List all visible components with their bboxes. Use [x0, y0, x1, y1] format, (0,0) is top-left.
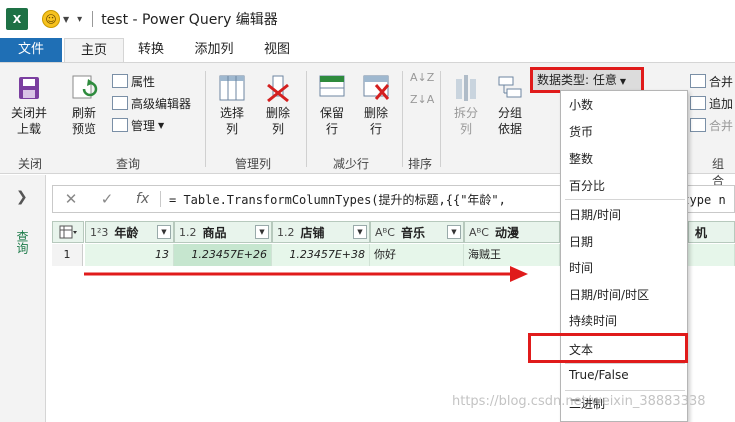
text-type-icon[interactable]: AᴮC	[375, 226, 395, 239]
close-apply-icon	[15, 73, 43, 103]
split-columns-icon	[452, 73, 480, 103]
menu-separator	[565, 363, 685, 364]
remove-rows-icon	[362, 73, 390, 103]
text-type-icon[interactable]: AᴮC	[469, 226, 489, 239]
menu-item-date[interactable]: 日期	[569, 233, 681, 250]
append-queries-button[interactable]: 追加	[690, 93, 733, 113]
data-type-menu: 小数 货币 整数 百分比 日期/时间 日期 时间 日期/时间/时区 持续时间 文…	[560, 90, 688, 422]
group-by-button[interactable]: 分组 依据	[490, 73, 530, 137]
properties-icon	[112, 74, 128, 88]
menu-item-time[interactable]: 时间	[569, 259, 681, 276]
table-cell[interactable]	[688, 244, 735, 266]
column-header-product[interactable]: 1.2 商品 ▼	[174, 221, 272, 243]
group-label-query: 查询	[116, 157, 141, 171]
tab-view[interactable]: 视图	[252, 38, 302, 62]
advanced-editor-button[interactable]: 高级编辑器	[112, 93, 191, 113]
close-apply-button[interactable]: 关闭并 上载	[6, 73, 52, 137]
group-label-manage-columns: 管理列	[235, 157, 272, 171]
whole-number-type-icon[interactable]: 1²3	[90, 226, 108, 239]
smiley-feedback-icon[interactable]: ☺	[42, 10, 60, 28]
manage-icon	[112, 118, 128, 132]
manage-button[interactable]: 管理 ▼	[112, 115, 164, 135]
menu-separator	[565, 390, 685, 391]
tab-add-column[interactable]: 添加列	[182, 38, 246, 62]
merge-queries-button[interactable]: 合并	[690, 71, 733, 91]
menu-item-decimal[interactable]: 小数	[569, 96, 681, 113]
chevron-down-icon: ▼	[158, 120, 165, 130]
combine-files-icon	[690, 118, 706, 132]
remove-columns-button[interactable]: 删除 列	[258, 73, 298, 137]
group-label-sort: 排序	[408, 157, 433, 171]
menu-item-datetime-timezone[interactable]: 日期/时间/时区	[569, 286, 681, 303]
title-separator	[92, 11, 94, 27]
keep-rows-icon	[318, 73, 346, 103]
confirm-formula-icon[interactable]: ✓	[89, 190, 125, 208]
group-label-close: 关闭	[18, 157, 43, 171]
refresh-icon	[70, 73, 98, 103]
group-label-reduce-rows: 减少行	[333, 157, 370, 171]
watermark: https://blog.csdn.net/weixin_38883338	[452, 394, 706, 409]
menu-item-whole-number[interactable]: 整数	[569, 150, 681, 167]
append-icon	[690, 96, 706, 110]
annotation-arrow	[84, 266, 528, 282]
title-bar: X ☺ ▼ ▾ test - Power Query 编辑器	[0, 0, 735, 38]
ribbon-tabs: 文件 主页 转换 添加列 视图	[0, 38, 735, 62]
menu-item-currency[interactable]: 货币	[569, 123, 681, 140]
tab-transform[interactable]: 转换	[126, 38, 176, 62]
menu-item-percentage[interactable]: 百分比	[569, 177, 681, 194]
fx-icon[interactable]: fx	[125, 191, 161, 207]
remove-columns-icon	[264, 73, 292, 103]
menu-item-true-false[interactable]: True/False	[569, 368, 681, 382]
chevron-down-icon: ▼	[619, 77, 627, 86]
menu-item-datetime[interactable]: 日期/时间	[569, 206, 681, 223]
row-number: 1	[52, 244, 83, 266]
menu-separator	[565, 199, 685, 200]
remove-rows-button[interactable]: 删除 行	[356, 73, 396, 137]
tab-file[interactable]: 文件	[0, 38, 62, 62]
split-columns-button[interactable]: 拆分 列	[446, 73, 486, 137]
chevron-right-icon[interactable]: ❯	[16, 189, 28, 205]
filter-dropdown-icon[interactable]: ▼	[157, 225, 171, 239]
queries-pane-collapsed: ❯ 查询	[0, 175, 46, 422]
menu-item-duration[interactable]: 持续时间	[569, 312, 681, 329]
chevron-down-icon[interactable]: ▼	[63, 15, 69, 24]
column-header-machine[interactable]: 机	[688, 221, 735, 243]
excel-logo-icon: X	[6, 8, 28, 30]
sort-buttons[interactable]: A↓Z Z↓A	[410, 71, 434, 107]
filter-dropdown-icon[interactable]: ▼	[447, 225, 461, 239]
group-label-combine: 组合	[712, 157, 725, 188]
tab-home[interactable]: 主页	[64, 38, 124, 62]
choose-columns-button[interactable]: 选择 列	[212, 73, 252, 137]
column-header-music[interactable]: AᴮC 音乐 ▼	[370, 221, 464, 243]
choose-columns-icon	[218, 73, 246, 103]
window-title: test - Power Query 编辑器	[101, 12, 278, 28]
group-by-icon	[496, 73, 524, 103]
advanced-editor-icon	[112, 96, 128, 110]
highlight-box-text	[528, 333, 688, 363]
keep-rows-button[interactable]: 保留 行	[312, 73, 352, 137]
table-menu-icon[interactable]	[52, 221, 84, 243]
sort-ascending-icon[interactable]: A↓Z	[410, 71, 434, 85]
decimal-type-icon[interactable]: 1.2	[179, 226, 197, 239]
properties-button[interactable]: 属性	[112, 71, 155, 91]
merge-icon	[690, 74, 706, 88]
queries-pane-label[interactable]: 查询	[14, 230, 31, 254]
column-header-anime[interactable]: AᴮC 动漫	[464, 221, 560, 243]
filter-dropdown-icon[interactable]: ▼	[255, 225, 269, 239]
sort-descending-icon[interactable]: Z↓A	[410, 93, 434, 107]
column-header-age[interactable]: 1²3 年龄 ▼	[85, 221, 174, 243]
combine-files-button[interactable]: 合并	[690, 115, 733, 135]
cancel-formula-icon[interactable]: ✕	[53, 190, 89, 208]
decimal-type-icon[interactable]: 1.2	[277, 226, 295, 239]
filter-dropdown-icon[interactable]: ▼	[353, 225, 367, 239]
quick-access-customize-icon[interactable]: ▾	[77, 14, 82, 25]
refresh-preview-button[interactable]: 刷新 预览	[64, 73, 104, 137]
column-header-store[interactable]: 1.2 店铺 ▼	[272, 221, 370, 243]
